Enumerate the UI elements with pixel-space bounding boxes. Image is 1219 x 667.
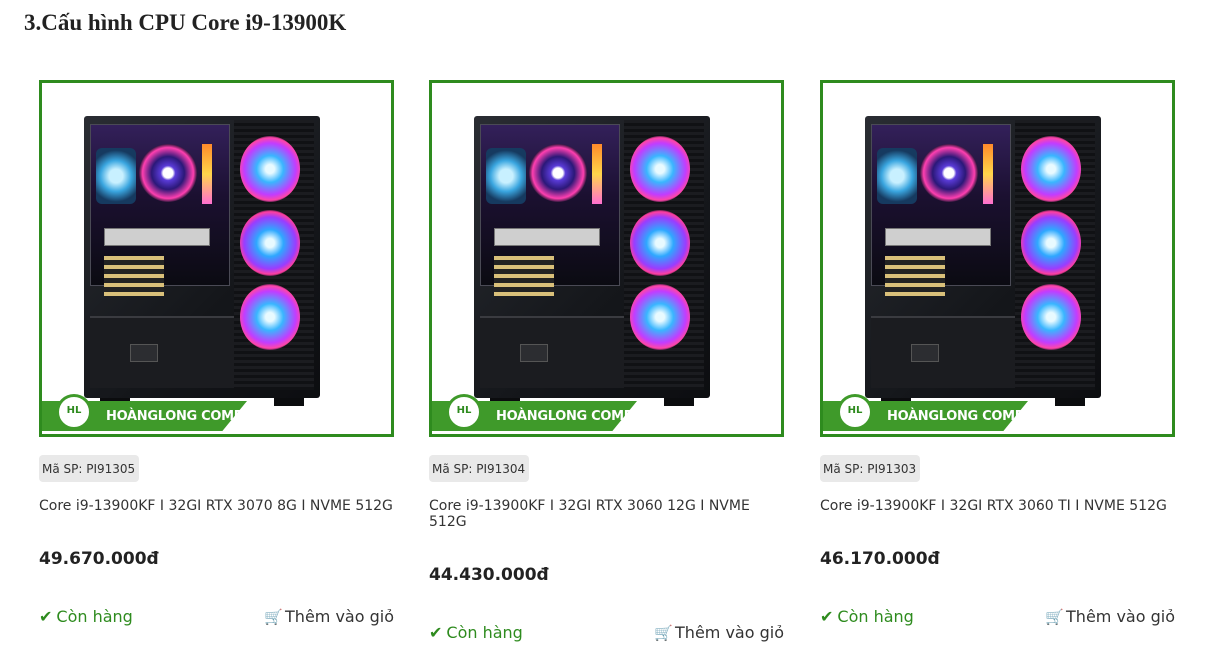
product-sku: Mã SP: PI91305 xyxy=(39,455,140,482)
product-name[interactable]: Core i9-13900KF I 32GI RTX 3070 8G I NVM… xyxy=(39,498,394,514)
stock-label: Còn hàng xyxy=(446,623,523,642)
add-to-cart-label: Thêm vào giỏ xyxy=(285,607,394,626)
stock-label: Còn hàng xyxy=(56,607,133,626)
add-to-cart-label: Thêm vào giỏ xyxy=(675,623,784,642)
check-icon: ✔ xyxy=(429,623,443,642)
cart-icon: 🛒 xyxy=(1045,608,1065,626)
brand-logo: HL xyxy=(446,394,482,430)
pc-case-illustration xyxy=(865,116,1101,406)
product-card: HL HOÀNGLONG COMPUTER Mã SP: PI91304 Cor… xyxy=(429,80,784,645)
product-card: HL HOÀNGLONG COMPUTER Mã SP: PI91305 Cor… xyxy=(39,80,394,629)
add-to-cart-button[interactable]: 🛒 Thêm vào giỏ xyxy=(654,623,784,642)
cart-icon: 🛒 xyxy=(654,624,674,642)
check-icon: ✔ xyxy=(820,607,834,626)
section-title: 3.Cấu hình CPU Core i9-13900K xyxy=(24,10,347,35)
product-price: 49.670.000đ xyxy=(39,549,159,569)
cart-icon: 🛒 xyxy=(264,608,284,626)
product-image[interactable]: HL HOÀNGLONG COMPUTER xyxy=(820,80,1175,437)
product-name[interactable]: Core i9-13900KF I 32GI RTX 3060 TI I NVM… xyxy=(820,498,1175,514)
check-icon: ✔ xyxy=(39,607,53,626)
stock-status: ✔ Còn hàng xyxy=(39,607,133,626)
pc-case-illustration xyxy=(84,116,320,406)
product-price: 46.170.000đ xyxy=(820,549,940,569)
product-price: 44.430.000đ xyxy=(429,565,549,585)
stock-status: ✔ Còn hàng xyxy=(429,623,523,642)
add-to-cart-button[interactable]: 🛒 Thêm vào giỏ xyxy=(264,607,394,626)
add-to-cart-button[interactable]: 🛒 Thêm vào giỏ xyxy=(1045,607,1175,626)
pc-case-illustration xyxy=(474,116,710,406)
stock-status: ✔ Còn hàng xyxy=(820,607,914,626)
product-name[interactable]: Core i9-13900KF I 32GI RTX 3060 12G I NV… xyxy=(429,498,784,530)
product-sku: Mã SP: PI91304 xyxy=(429,455,530,482)
brand-logo: HL xyxy=(837,394,873,430)
product-sku: Mã SP: PI91303 xyxy=(820,455,921,482)
brand-name: HOÀNGLONG COMPUTER xyxy=(106,409,281,424)
brand-name: HOÀNGLONG COMPUTER xyxy=(887,409,1062,424)
brand-logo: HL xyxy=(56,394,92,430)
add-to-cart-label: Thêm vào giỏ xyxy=(1066,607,1175,626)
brand-name: HOÀNGLONG COMPUTER xyxy=(496,409,671,424)
product-image[interactable]: HL HOÀNGLONG COMPUTER xyxy=(39,80,394,437)
product-image[interactable]: HL HOÀNGLONG COMPUTER xyxy=(429,80,784,437)
product-card: HL HOÀNGLONG COMPUTER Mã SP: PI91303 Cor… xyxy=(820,80,1175,629)
stock-label: Còn hàng xyxy=(837,607,914,626)
